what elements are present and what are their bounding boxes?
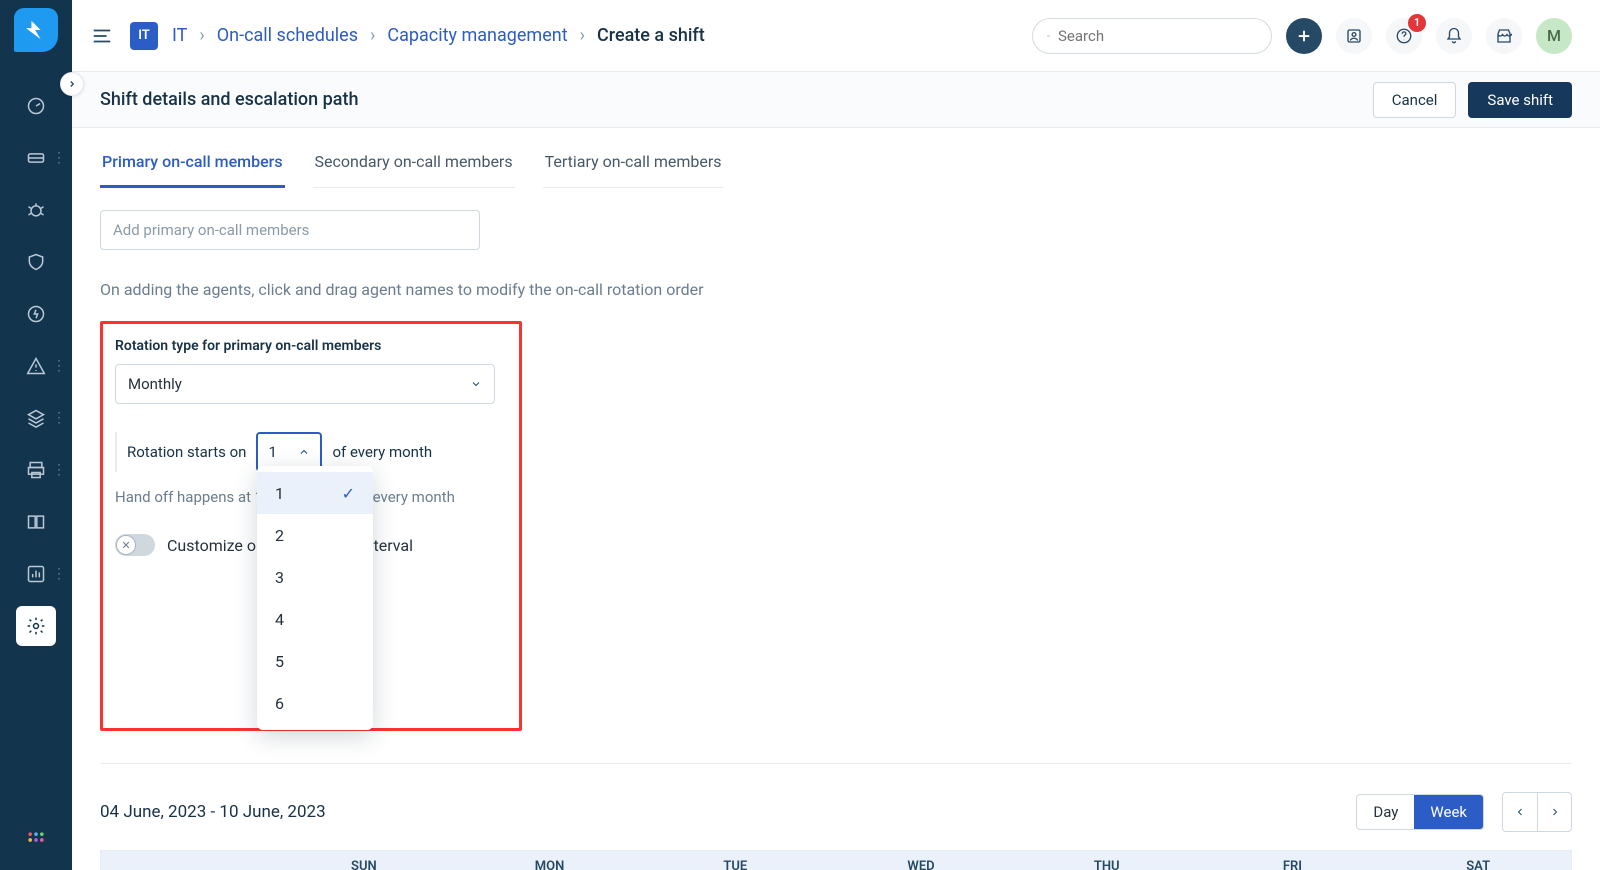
search-box[interactable] [1032, 18, 1272, 54]
bug-icon[interactable] [16, 190, 56, 230]
app-logo[interactable] [14, 8, 58, 52]
breadcrumb-capacity[interactable]: Capacity management [387, 25, 567, 46]
tab-tertiary[interactable]: Tertiary on-call members [543, 142, 724, 188]
prev-week-button[interactable] [1503, 793, 1537, 831]
project-badge[interactable]: IT [130, 22, 158, 50]
next-week-button[interactable] [1537, 793, 1571, 831]
chevron-right-icon: › [199, 25, 204, 46]
rotation-type-value: Monthly [128, 375, 182, 393]
view-day[interactable]: Day [1357, 795, 1414, 829]
day-tue: TUE6 [642, 851, 828, 870]
alert-icon[interactable]: ⋮ [16, 346, 56, 386]
day-sat: SAT10 [1385, 851, 1571, 870]
help-icon[interactable]: 1 [1386, 18, 1422, 54]
menu-toggle-icon[interactable] [88, 22, 116, 50]
user-avatar[interactable]: M [1536, 18, 1572, 54]
breadcrumb-schedules[interactable]: On-call schedules [217, 25, 358, 46]
view-week[interactable]: Week [1414, 795, 1483, 829]
day-fri: FRI9 [1200, 851, 1386, 870]
bolt-icon[interactable] [16, 294, 56, 334]
members-hint: On adding the agents, click and drag age… [100, 280, 1572, 299]
breadcrumb: IT › On-call schedules › Capacity manage… [172, 25, 705, 46]
breadcrumb-root[interactable]: IT [172, 25, 187, 46]
toggle-knob-off: ✕ [116, 535, 136, 555]
apps-grid-icon[interactable] [16, 820, 56, 860]
add-members-input[interactable] [100, 210, 480, 250]
day-thu: THU8 [1014, 851, 1200, 870]
search-icon [1047, 28, 1050, 44]
tab-primary[interactable]: Primary on-call members [100, 142, 285, 188]
rotation-settings-panel: Rotation type for primary on-call member… [100, 321, 522, 731]
help-badge: 1 [1408, 14, 1426, 32]
dashboard-icon[interactable] [16, 86, 56, 126]
tickets-icon[interactable]: ⋮ [16, 138, 56, 178]
chevron-right-icon: › [580, 25, 585, 46]
chevron-right-icon: › [370, 25, 375, 46]
day-option-2[interactable]: 2 [257, 514, 373, 556]
shield-icon[interactable] [16, 242, 56, 282]
print-icon[interactable]: ⋮ [16, 450, 56, 490]
day-mon: MON5 [457, 851, 643, 870]
day-sun: SUN4 [271, 851, 457, 870]
customize-interval-toggle[interactable]: ✕ [115, 534, 155, 556]
rotation-type-select[interactable]: Monthly [115, 364, 495, 404]
rotation-type-label: Rotation type for primary on-call member… [115, 338, 507, 354]
date-range: 04 June, 2023 - 10 June, 2023 [100, 802, 326, 822]
book-icon[interactable] [16, 502, 56, 542]
day-option-1[interactable]: 1✓ [257, 472, 373, 514]
expand-rail-button[interactable] [60, 72, 84, 96]
save-shift-button[interactable]: Save shift [1468, 82, 1572, 118]
breadcrumb-current: Create a shift [597, 25, 705, 46]
member-tier-tabs: Primary on-call members Secondary on-cal… [100, 142, 1572, 188]
search-input[interactable] [1058, 27, 1257, 45]
day-option-4[interactable]: 4 [257, 598, 373, 640]
layers-icon[interactable]: ⋮ [16, 398, 56, 438]
calendar-grid: SUN4MON5TUE6WED7THU8FRI9SAT10 Primary Se… [100, 850, 1572, 870]
left-nav-rail: ⋮ ⋮ ⋮ ⋮ ⋮ [0, 0, 72, 870]
contacts-icon[interactable] [1336, 18, 1372, 54]
date-nav-arrows [1502, 792, 1572, 832]
day-wed: WED7 [828, 851, 1014, 870]
rotation-day-value: 1 [268, 443, 276, 461]
rotation-starts-label: Rotation starts on [127, 443, 246, 461]
topbar: IT IT › On-call schedules › Capacity man… [72, 0, 1600, 72]
chevron-up-icon [298, 446, 310, 458]
page-header: Shift details and escalation path Cancel… [72, 72, 1600, 128]
settings-icon[interactable] [16, 606, 56, 646]
day-option-6[interactable]: 6 [257, 682, 373, 724]
reports-icon[interactable]: ⋮ [16, 554, 56, 594]
cancel-button[interactable]: Cancel [1373, 82, 1457, 118]
day-option-5[interactable]: 5 [257, 640, 373, 682]
bell-icon[interactable] [1436, 18, 1472, 54]
create-button[interactable] [1286, 18, 1322, 54]
view-segment: Day Week [1356, 794, 1484, 830]
marketplace-icon[interactable] [1486, 18, 1522, 54]
day-dropdown: 1✓23456 [257, 466, 373, 730]
tab-secondary[interactable]: Secondary on-call members [313, 142, 515, 188]
page-title: Shift details and escalation path [100, 89, 358, 110]
rotation-starts-suffix: of every month [332, 443, 432, 461]
chevron-down-icon [470, 378, 482, 390]
day-option-3[interactable]: 3 [257, 556, 373, 598]
